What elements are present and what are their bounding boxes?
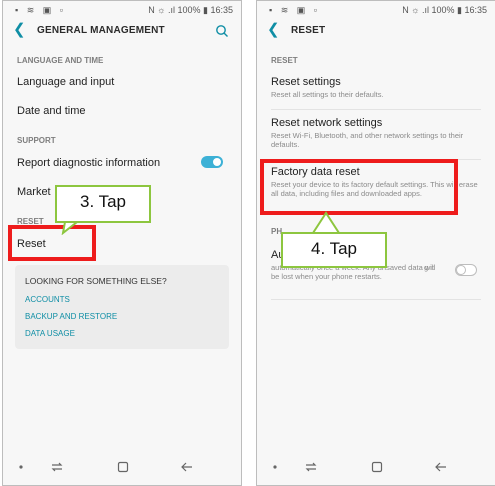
app-bar: ❮ GENERAL MANAGEMENT <box>3 19 241 45</box>
nav-recent-icon[interactable] <box>49 459 65 475</box>
nav-back-icon[interactable] <box>179 459 195 475</box>
menu-item-label: Reset network settings <box>271 117 383 129</box>
nav-dot-icon <box>19 465 23 469</box>
app-bar: ❮ RESET <box>257 19 495 45</box>
status-bar: ▪ ≋ ▣ ▫ N ☼ .ıl 100% ▮ 16:35 <box>3 1 241 19</box>
section-reset: RESET <box>271 56 298 65</box>
report-diagnostic-toggle[interactable] <box>201 156 223 168</box>
menu-item-reset-network-settings[interactable]: Reset network settings Reset Wi-Fi, Blue… <box>271 117 481 149</box>
divider <box>271 299 481 300</box>
menu-item-label: Reset settings <box>271 76 341 88</box>
menu-item-description-partial: g it <box>424 263 435 272</box>
left-phone-screen: ▪ ≋ ▣ ▫ N ☼ .ıl 100% ▮ 16:35 ❮ GENERAL M… <box>2 0 242 486</box>
menu-item-report-diagnostic[interactable]: Report diagnostic information <box>17 157 227 169</box>
menu-item-label: Language and input <box>17 76 115 88</box>
toggle-knob <box>212 157 222 167</box>
menu-item-reset-settings[interactable]: Reset settings Reset all settings to the… <box>271 76 481 99</box>
menu-item-description: Reset Wi-Fi, Bluetooth, and other networ… <box>271 131 464 149</box>
status-notification-icons: ▪ ≋ ▣ ▫ <box>15 5 66 15</box>
status-notification-icons: ▪ ≋ ▣ ▫ <box>269 5 320 15</box>
card-title: LOOKING FOR SOMETHING ELSE? <box>25 276 167 286</box>
menu-item-date-and-time[interactable]: Date and time <box>17 105 227 117</box>
right-phone-screen: ▪ ≋ ▣ ▫ N ☼ .ıl 100% ▮ 16:35 ❮ RESET RES… <box>256 0 495 486</box>
link-backup-and-restore[interactable]: BACKUP AND RESTORE <box>25 312 117 321</box>
nav-recent-icon[interactable] <box>303 459 319 475</box>
highlight-factory-reset-box <box>260 159 458 215</box>
menu-item-description: Reset all settings to their defaults. <box>271 90 384 99</box>
page-title: GENERAL MANAGEMENT <box>37 25 165 36</box>
menu-item-language-and-input[interactable]: Language and input <box>17 76 227 88</box>
nav-home-icon[interactable] <box>115 459 131 475</box>
auto-restart-toggle[interactable] <box>455 264 477 276</box>
callout-step-4: 4. Tap <box>281 232 387 268</box>
callout-step-3: 3. Tap <box>55 185 151 223</box>
nav-back-icon[interactable] <box>433 459 449 475</box>
link-accounts[interactable]: ACCOUNTS <box>25 295 70 304</box>
menu-item-label: Report diagnostic information <box>17 157 161 169</box>
back-arrow-icon[interactable]: ❮ <box>13 21 29 39</box>
nav-dot-icon <box>273 465 277 469</box>
toggle-knob <box>456 265 466 275</box>
navigation-bar <box>257 449 495 485</box>
navigation-bar <box>3 449 241 485</box>
section-language-and-time: LANGUAGE AND TIME <box>17 56 104 65</box>
back-arrow-icon[interactable]: ❮ <box>267 21 283 39</box>
nav-home-icon[interactable] <box>369 459 385 475</box>
search-icon[interactable] <box>215 24 229 38</box>
status-bar: ▪ ≋ ▣ ▫ N ☼ .ıl 100% ▮ 16:35 <box>257 1 495 19</box>
status-indicators: N ☼ .ıl 100% ▮ 16:35 <box>148 5 233 15</box>
link-data-usage[interactable]: DATA USAGE <box>25 329 75 338</box>
page-title: RESET <box>291 25 326 36</box>
section-support: SUPPORT <box>17 136 56 145</box>
status-indicators: N ☼ .ıl 100% ▮ 16:35 <box>402 5 487 15</box>
divider <box>271 109 481 110</box>
suggestions-card: LOOKING FOR SOMETHING ELSE? ACCOUNTS BAC… <box>15 265 229 349</box>
menu-item-label: Date and time <box>17 105 86 117</box>
